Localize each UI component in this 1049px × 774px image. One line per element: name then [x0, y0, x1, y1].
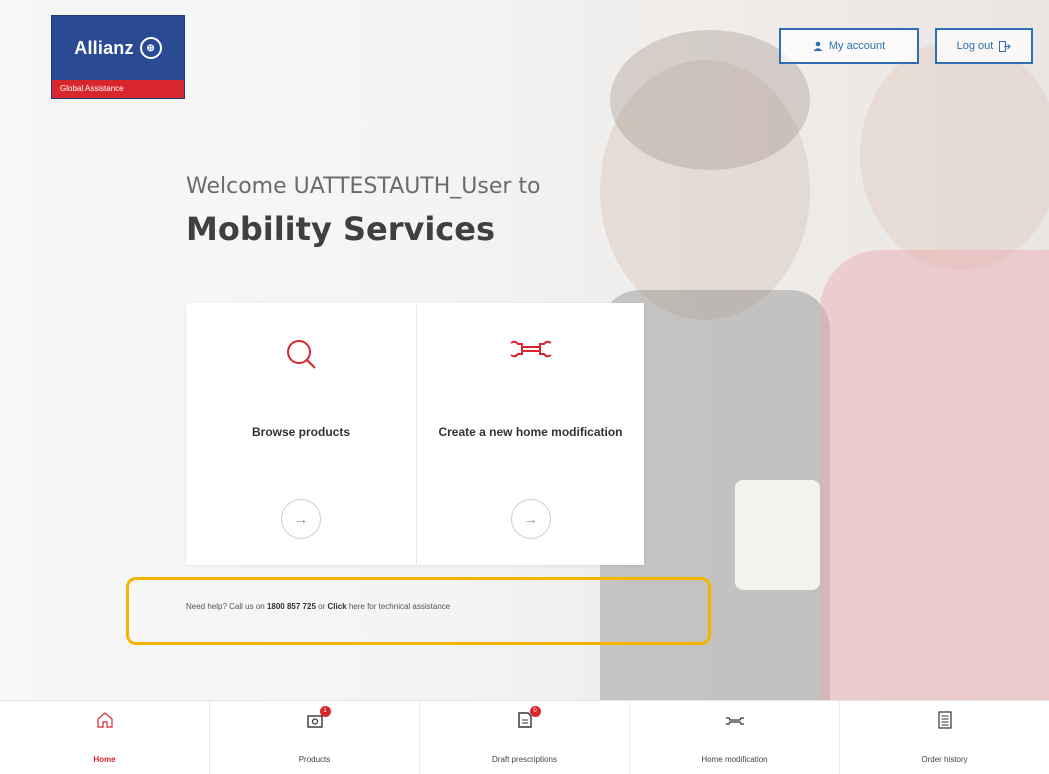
- draft-prescriptions-count-badge: 0: [529, 706, 541, 717]
- welcome-text: Welcome UATTESTAUTH_User to: [186, 174, 541, 199]
- tab-draft-prescriptions[interactable]: 0 Draft prescriptions: [420, 701, 630, 774]
- arrow-right-icon[interactable]: →: [510, 499, 551, 539]
- logo-brand-text: Allianz: [74, 37, 134, 58]
- tab-products[interactable]: 1 Products: [210, 701, 420, 774]
- bottom-nav: Home 1 Products 0 Draft prescriptions Ho…: [0, 700, 1049, 774]
- tab-label-home: Home: [93, 755, 116, 764]
- products-count-badge: 1: [319, 706, 331, 717]
- tab-order-history[interactable]: Order history: [840, 701, 1049, 774]
- tab-home-modification[interactable]: Home modification: [630, 701, 840, 774]
- logout-icon: [999, 40, 1012, 52]
- page-title: Mobility Services: [186, 210, 496, 248]
- user-icon: [813, 41, 823, 51]
- logo-subtitle: Global Assistance: [52, 80, 184, 98]
- tab-label-draft-prescriptions: Draft prescriptions: [492, 755, 557, 764]
- arrow-right-icon[interactable]: →: [281, 499, 321, 539]
- tab-label-order-history: Order history: [921, 755, 968, 764]
- allianz-logo[interactable]: Allianz ⊕ Global Assistance: [52, 16, 184, 98]
- my-account-button[interactable]: My account: [779, 28, 919, 64]
- browse-products-label: Browse products: [251, 425, 350, 439]
- browse-products-card[interactable]: Browse products →: [186, 303, 416, 565]
- tab-home[interactable]: Home: [0, 701, 210, 774]
- logout-label: Log out: [956, 40, 994, 52]
- search-icon: [287, 340, 316, 369]
- tab-label-products: Products: [298, 755, 331, 764]
- help-highlight-box: [126, 577, 711, 645]
- my-account-label: My account: [828, 40, 886, 52]
- wrench-icon: [725, 717, 744, 725]
- tab-label-home-modification: Home modification: [701, 755, 768, 764]
- create-home-modification-card[interactable]: Create a new home modification →: [417, 303, 644, 565]
- create-home-modification-label: Create a new home modification: [438, 425, 623, 439]
- home-icon: [96, 712, 113, 728]
- logout-button[interactable]: Log out: [935, 28, 1033, 64]
- wrench-icon: [509, 340, 552, 358]
- allianz-eagle-icon: ⊕: [139, 37, 162, 59]
- list-icon: [937, 711, 952, 729]
